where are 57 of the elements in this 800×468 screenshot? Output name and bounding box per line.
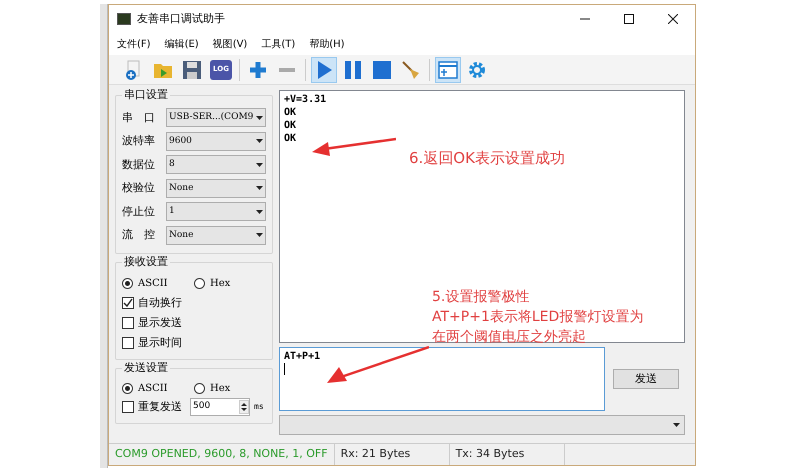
menu-item[interactable]: 编辑(E) [164, 36, 199, 52]
field-label: 数据位 [122, 156, 156, 172]
checkbox[interactable]: 重复发送 [122, 397, 182, 417]
caret-icon [256, 116, 263, 120]
window-title: 友善串口调试助手 [137, 10, 225, 27]
annotation-text: 6.返回OK表示设置成功 [409, 148, 565, 169]
caret-icon [256, 186, 263, 190]
field-label: 流 控 [122, 227, 156, 243]
send-input[interactable]: AT+P+1 [279, 347, 605, 411]
checkbox[interactable]: 自动换行 [122, 293, 266, 313]
status-text: COM9 OPENED, 9600, 8, NONE, 1, OFF [109, 444, 335, 465]
dropdown[interactable]: None [166, 226, 266, 245]
group-title: 串口设置 [122, 88, 170, 102]
text-cursor [284, 363, 285, 375]
checkbox[interactable]: 显示发送 [122, 313, 266, 333]
field-label: 校验位 [122, 180, 156, 196]
interval-spinbox[interactable]: 500 [190, 398, 250, 416]
field-label: 波特率 [122, 133, 156, 149]
caret-icon [673, 423, 680, 427]
pause-icon[interactable] [342, 58, 364, 80]
window-panel-icon[interactable] [437, 58, 459, 80]
unit-label: ms [254, 401, 264, 413]
menu-item[interactable]: 文件(F) [117, 36, 151, 52]
radio-button[interactable]: Hex [194, 379, 266, 397]
field-label: 停止位 [122, 204, 156, 220]
received-line: OK [284, 119, 298, 132]
status-text: Rx: 21 Bytes [334, 444, 450, 465]
menu-item[interactable]: 帮助(H) [309, 36, 345, 52]
dropdown[interactable]: None [166, 178, 266, 198]
dropdown[interactable]: 9600 [166, 132, 266, 151]
broom-icon[interactable] [400, 58, 422, 80]
spinner-icon[interactable] [239, 400, 249, 414]
field-label: 串 口 [122, 110, 156, 126]
annotation-text: 5.设置报警极性 AT+P+1表示将LED报警灯设置为 在两个阈值电压之外亮起 [432, 288, 644, 347]
menu-item[interactable]: 工具(T) [261, 36, 296, 52]
radio-button[interactable]: ASCII [122, 273, 194, 293]
radio-button[interactable]: ASCII [122, 379, 194, 397]
app-logo-icon [117, 13, 131, 25]
caret-icon [256, 162, 263, 167]
radio-button[interactable]: Hex [194, 273, 266, 293]
received-line: +V=3.31 [284, 93, 328, 106]
received-line: OK [284, 106, 298, 119]
group-title: 接收设置 [122, 255, 170, 269]
caret-icon [256, 139, 263, 144]
checkbox[interactable]: 显示时间 [122, 333, 266, 353]
received-line: OK [284, 132, 298, 145]
menu-item[interactable]: 视图(V) [212, 36, 248, 52]
checkmark-icon [123, 298, 133, 308]
dropdown[interactable]: USB-SER...(COM9 [166, 108, 266, 128]
dropdown[interactable]: 1 [166, 202, 266, 222]
status-text: Tx: 34 Bytes [450, 444, 565, 465]
group-title: 发送设置 [122, 361, 170, 375]
send-button[interactable]: 发送 [613, 369, 679, 389]
caret-icon [256, 233, 263, 238]
stop-icon[interactable] [371, 58, 393, 80]
dropdown[interactable]: 8 [166, 155, 266, 174]
caret-icon [256, 210, 263, 214]
